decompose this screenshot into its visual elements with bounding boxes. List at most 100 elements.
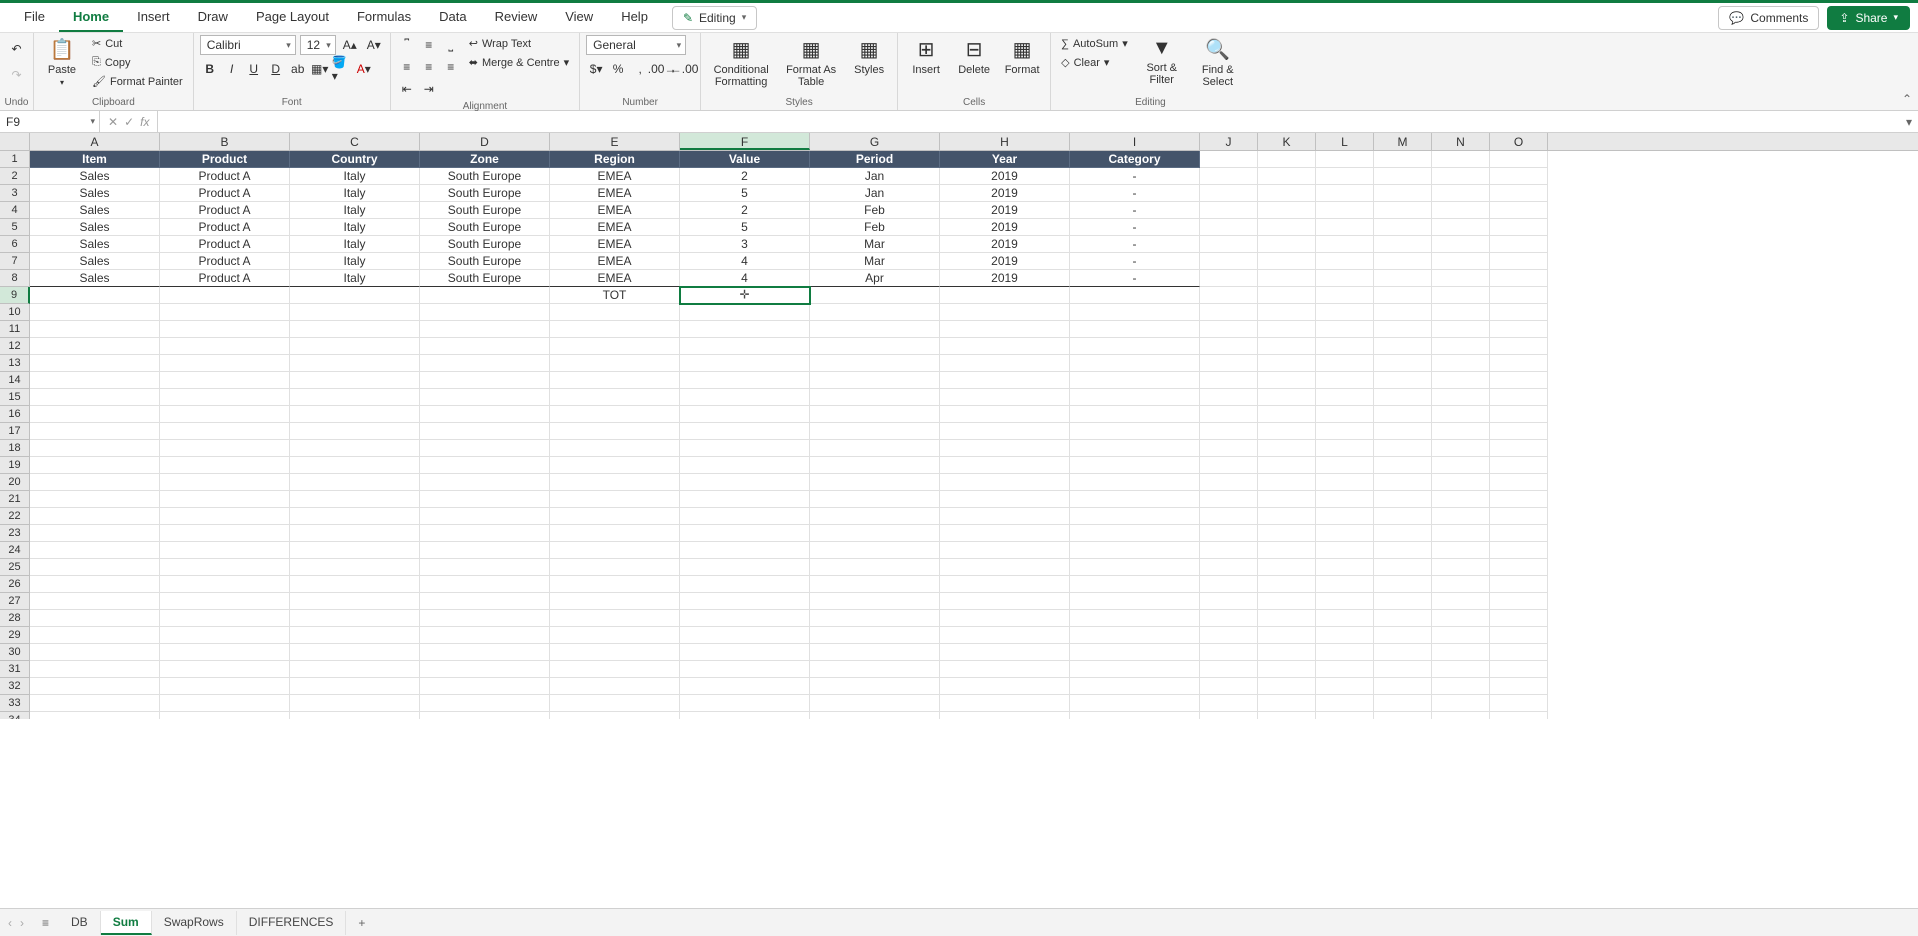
cell-D11[interactable] — [420, 321, 550, 338]
cell-K24[interactable] — [1258, 542, 1316, 559]
row-header-18[interactable]: 18 — [0, 440, 30, 457]
cell-H24[interactable] — [940, 542, 1070, 559]
cell-N1[interactable] — [1432, 151, 1490, 168]
tab-page-layout[interactable]: Page Layout — [242, 3, 343, 32]
cell-N28[interactable] — [1432, 610, 1490, 627]
cut-button[interactable]: ✂Cut — [88, 35, 187, 52]
cell-M7[interactable] — [1374, 253, 1432, 270]
cell-K14[interactable] — [1258, 372, 1316, 389]
cell-A6[interactable]: Sales — [30, 236, 160, 253]
cell-F33[interactable] — [680, 695, 810, 712]
cell-B22[interactable] — [160, 508, 290, 525]
cell-O16[interactable] — [1490, 406, 1548, 423]
cell-G30[interactable] — [810, 644, 940, 661]
cell-H26[interactable] — [940, 576, 1070, 593]
cell-A9[interactable] — [30, 287, 160, 304]
cell-B6[interactable]: Product A — [160, 236, 290, 253]
row-header-5[interactable]: 5 — [0, 219, 30, 236]
cell-G10[interactable] — [810, 304, 940, 321]
cell-O15[interactable] — [1490, 389, 1548, 406]
cell-I4[interactable]: - — [1070, 202, 1200, 219]
cell-G2[interactable]: Jan — [810, 168, 940, 185]
cell-K22[interactable] — [1258, 508, 1316, 525]
row-header-34[interactable]: 34 — [0, 712, 30, 719]
cell-L28[interactable] — [1316, 610, 1374, 627]
cell-B5[interactable]: Product A — [160, 219, 290, 236]
row-header-6[interactable]: 6 — [0, 236, 30, 253]
cell-A1[interactable]: Item — [30, 151, 160, 168]
cell-B18[interactable] — [160, 440, 290, 457]
cell-N16[interactable] — [1432, 406, 1490, 423]
cell-D7[interactable]: South Europe — [420, 253, 550, 270]
cell-J27[interactable] — [1200, 593, 1258, 610]
cell-E4[interactable]: EMEA — [550, 202, 680, 219]
row-header-16[interactable]: 16 — [0, 406, 30, 423]
cell-O13[interactable] — [1490, 355, 1548, 372]
cell-D9[interactable] — [420, 287, 550, 304]
cell-O33[interactable] — [1490, 695, 1548, 712]
cell-H10[interactable] — [940, 304, 1070, 321]
cell-J6[interactable] — [1200, 236, 1258, 253]
cell-N4[interactable] — [1432, 202, 1490, 219]
cell-J5[interactable] — [1200, 219, 1258, 236]
cell-H1[interactable]: Year — [940, 151, 1070, 168]
comments-button[interactable]: 💬 Comments — [1718, 6, 1819, 30]
cell-I31[interactable] — [1070, 661, 1200, 678]
cell-F26[interactable] — [680, 576, 810, 593]
cell-N14[interactable] — [1432, 372, 1490, 389]
cell-C22[interactable] — [290, 508, 420, 525]
cell-D34[interactable] — [420, 712, 550, 719]
cell-G22[interactable] — [810, 508, 940, 525]
cell-G17[interactable] — [810, 423, 940, 440]
cell-O11[interactable] — [1490, 321, 1548, 338]
align-middle-button[interactable]: ≡ — [419, 35, 439, 55]
cell-F31[interactable] — [680, 661, 810, 678]
cell-C7[interactable]: Italy — [290, 253, 420, 270]
clear-button[interactable]: ◇Clear ▾ — [1057, 54, 1132, 71]
cell-O14[interactable] — [1490, 372, 1548, 389]
row-header-23[interactable]: 23 — [0, 525, 30, 542]
align-top-button[interactable]: ⎴ — [397, 35, 417, 55]
conditional-formatting-button[interactable]: ▦Conditional Formatting — [707, 35, 775, 90]
cell-L17[interactable] — [1316, 423, 1374, 440]
decrease-decimal-button[interactable]: ←.00 — [674, 59, 694, 79]
delete-cells-button[interactable]: ⊟Delete — [952, 35, 996, 78]
column-header-B[interactable]: B — [160, 133, 290, 150]
cell-E1[interactable]: Region — [550, 151, 680, 168]
cell-J22[interactable] — [1200, 508, 1258, 525]
cell-C17[interactable] — [290, 423, 420, 440]
column-header-E[interactable]: E — [550, 133, 680, 150]
tab-insert[interactable]: Insert — [123, 3, 184, 32]
cell-E26[interactable] — [550, 576, 680, 593]
undo-button[interactable]: ↶ — [7, 39, 27, 59]
cell-K27[interactable] — [1258, 593, 1316, 610]
cell-J12[interactable] — [1200, 338, 1258, 355]
cell-M21[interactable] — [1374, 491, 1432, 508]
cell-C9[interactable] — [290, 287, 420, 304]
cell-G28[interactable] — [810, 610, 940, 627]
accept-formula-button[interactable]: ✓ — [124, 115, 134, 129]
font-size-select[interactable]: 12 — [300, 35, 336, 55]
cell-O9[interactable] — [1490, 287, 1548, 304]
cell-H7[interactable]: 2019 — [940, 253, 1070, 270]
underline-button[interactable]: U — [244, 59, 264, 79]
cell-D8[interactable]: South Europe — [420, 270, 550, 287]
cell-D23[interactable] — [420, 525, 550, 542]
cell-N29[interactable] — [1432, 627, 1490, 644]
cell-I24[interactable] — [1070, 542, 1200, 559]
name-box[interactable]: F9 — [0, 111, 100, 132]
cell-L19[interactable] — [1316, 457, 1374, 474]
cell-C3[interactable]: Italy — [290, 185, 420, 202]
tab-help[interactable]: Help — [607, 3, 662, 32]
cell-H28[interactable] — [940, 610, 1070, 627]
select-all-corner[interactable] — [0, 133, 30, 150]
cell-K18[interactable] — [1258, 440, 1316, 457]
cell-F34[interactable] — [680, 712, 810, 719]
cell-G13[interactable] — [810, 355, 940, 372]
cell-O17[interactable] — [1490, 423, 1548, 440]
borders-button[interactable]: ▦▾ — [310, 59, 330, 79]
cell-F15[interactable] — [680, 389, 810, 406]
row-header-3[interactable]: 3 — [0, 185, 30, 202]
row-header-27[interactable]: 27 — [0, 593, 30, 610]
cell-I25[interactable] — [1070, 559, 1200, 576]
